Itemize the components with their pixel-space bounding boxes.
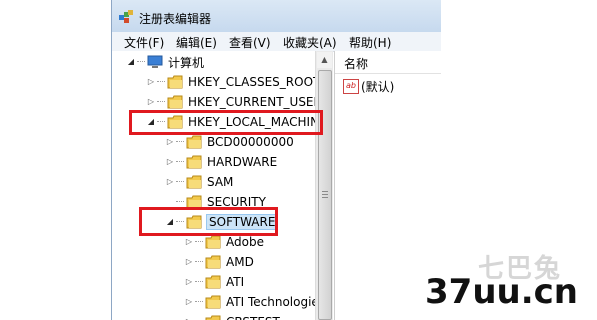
watermark-logo: 37uu.cn [425, 272, 578, 312]
expand-arrow-icon[interactable]: ▷ [165, 156, 175, 168]
scroll-up-arrow-icon[interactable]: ▲ [317, 52, 332, 68]
tree-connector [195, 241, 203, 243]
tree-node-sam[interactable]: ▷ SAM [165, 172, 233, 192]
tree-node-bcd[interactable]: ▷ BCD00000000 [165, 132, 294, 152]
tree-connector [157, 81, 165, 83]
window-title: 注册表编辑器 [139, 12, 212, 26]
tree-vertical-scrollbar[interactable]: ▲ [315, 51, 333, 320]
tree-node-label: BCD00000000 [207, 135, 294, 149]
tree-node-hkcr[interactable]: ▷ HKEY_CLASSES_ROOT [146, 72, 320, 92]
folder-icon [205, 315, 221, 320]
tree-node-label: HARDWARE [207, 155, 278, 169]
folder-icon [186, 155, 202, 169]
registry-editor-window: 注册表编辑器 文件(F) 编辑(E) 查看(V) 收藏夹(A) 帮助(H) ◢ … [111, 0, 441, 320]
menu-bar: 文件(F) 编辑(E) 查看(V) 收藏夹(A) 帮助(H) [112, 32, 441, 52]
thumb-grip [322, 197, 328, 198]
name-column-header[interactable]: 名称 [335, 51, 441, 74]
folder-icon [186, 135, 202, 149]
tree-connector [176, 141, 184, 143]
menu-favorites[interactable]: 收藏夹(A) [282, 34, 338, 51]
expand-arrow-icon[interactable]: ▷ [184, 296, 194, 308]
expand-arrow-icon[interactable]: ▷ [184, 316, 194, 320]
expand-arrow-icon[interactable]: ▷ [184, 236, 194, 248]
tree-connector [176, 161, 184, 163]
tree-node-ati-technologies[interactable]: ▷ ATI Technologie [184, 292, 319, 312]
expand-arrow-icon[interactable]: ▷ [165, 136, 175, 148]
tree-node-label: 计算机 [168, 55, 205, 70]
tree-node-cbstest[interactable]: ▷ CBSTEST [184, 312, 280, 320]
title-bar: 注册表编辑器 [112, 0, 441, 32]
tree-node-label: SAM [207, 175, 234, 189]
tree-node-hkcu[interactable]: ▷ HKEY_CURRENT_USER [146, 92, 322, 112]
expand-arrow-icon[interactable]: ▷ [184, 276, 194, 288]
tree-connector [195, 261, 203, 263]
tree-node-label: ATI Technologie [226, 295, 319, 309]
value-row-default[interactable]: ab (默认) [343, 78, 394, 95]
menu-edit[interactable]: 编辑(E) [175, 34, 218, 51]
collapse-arrow-icon[interactable]: ◢ [126, 56, 136, 68]
tree-connector [195, 301, 203, 303]
value-name: (默认) [361, 80, 395, 94]
regedit-app-icon [118, 9, 134, 25]
string-value-icon: ab [343, 79, 359, 94]
column-header-label: 名称 [344, 57, 369, 71]
tree-connector [157, 101, 165, 103]
folder-icon [186, 175, 202, 189]
folder-icon [167, 95, 183, 109]
expand-arrow-icon[interactable]: ▷ [165, 176, 175, 188]
highlight-box-software [139, 207, 278, 236]
tree-connector [176, 181, 184, 183]
registry-tree[interactable]: ◢ 计算机 ▷ HKEY_CLASSES_ROOT ▷ HKEY_CURRENT_US… [112, 51, 327, 320]
tree-node-label: CBSTEST [226, 315, 280, 320]
thumb-grip [322, 194, 328, 195]
tree-node-ati[interactable]: ▷ ATI [184, 272, 244, 292]
tree-node-computer[interactable]: ◢ 计算机 [126, 52, 204, 72]
tree-node-label: AMD [226, 255, 254, 269]
expand-arrow-icon[interactable]: ▷ [146, 96, 156, 108]
thumb-grip [322, 191, 328, 192]
tree-node-label: HKEY_CLASSES_ROOT [188, 75, 321, 89]
tree-connector [195, 281, 203, 283]
scrollbar-thumb[interactable] [318, 70, 332, 320]
expand-arrow-icon[interactable]: ▷ [184, 256, 194, 268]
tree-node-label: ATI [226, 275, 245, 289]
menu-view[interactable]: 查看(V) [228, 34, 272, 51]
folder-icon [205, 235, 221, 249]
folder-icon [205, 275, 221, 289]
menu-file[interactable]: 文件(F) [123, 34, 165, 51]
folder-icon [205, 295, 221, 309]
highlight-box-hklm [129, 110, 323, 135]
tree-node-hardware[interactable]: ▷ HARDWARE [165, 152, 277, 172]
folder-icon [205, 255, 221, 269]
menu-help[interactable]: 帮助(H) [348, 34, 392, 51]
computer-icon [147, 55, 163, 69]
tree-node-label: Adobe [226, 235, 264, 249]
tree-connector [137, 61, 145, 63]
expand-arrow-icon[interactable]: ▷ [146, 76, 156, 88]
folder-icon [167, 75, 183, 89]
tree-connector [176, 201, 184, 203]
tree-node-amd[interactable]: ▷ AMD [184, 252, 254, 272]
tree-node-label: HKEY_CURRENT_USER [188, 95, 322, 109]
